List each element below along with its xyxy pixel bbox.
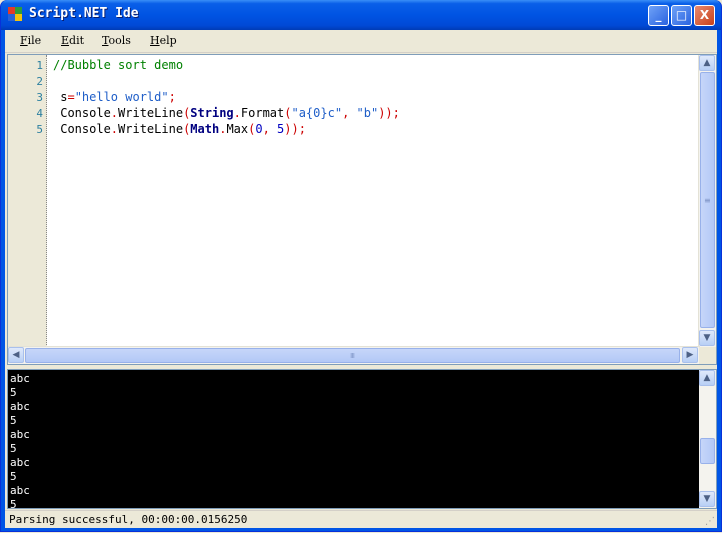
code-token: 0 [255, 122, 263, 136]
code-token: Max [226, 122, 249, 136]
code-token: WriteLine [118, 122, 184, 136]
line-number: 3 [36, 91, 43, 104]
scroll-corner [699, 347, 716, 364]
code-token: . [110, 106, 119, 120]
status-bar: Parsing successful, 00:00:00.0156250 ⋰ [5, 510, 717, 528]
console-line: 5 [10, 442, 17, 455]
console-line: abc [10, 456, 30, 469]
menu-bar: File Edit Tools Help [5, 30, 717, 53]
code-line[interactable]: Console.WriteLine(Math.Max(0, 5)); [53, 122, 306, 136]
menu-help[interactable]: Help [150, 34, 177, 47]
code-token: Math [190, 122, 220, 136]
resize-grip-icon[interactable]: ⋰ [705, 516, 715, 527]
code-line[interactable]: Console.WriteLine(String.Format("a{0}c",… [53, 106, 400, 120]
code-token: //Bubble sort demo [53, 58, 184, 72]
minimize-button[interactable]: _ [648, 5, 669, 26]
line-number: 5 [36, 123, 43, 136]
line-number: 4 [36, 107, 43, 120]
scroll-left-arrow-icon[interactable]: ◀ [8, 347, 24, 363]
scroll-up-arrow-icon[interactable]: ▲ [699, 370, 715, 386]
menu-edit[interactable]: Edit [61, 34, 84, 47]
code-token: . [233, 106, 241, 120]
code-token: Format [240, 106, 285, 120]
code-token: )); [378, 106, 400, 120]
line-number: 1 [36, 59, 43, 72]
console-line: abc [10, 372, 30, 385]
code-token: "hello world" [74, 90, 169, 104]
code-token: Console [53, 106, 111, 120]
code-token: , [262, 122, 278, 136]
status-text: Parsing successful, 00:00:00.0156250 [9, 513, 248, 526]
console-scroll-thumb[interactable] [700, 438, 715, 464]
scroll-up-arrow-icon[interactable]: ▲ [699, 55, 715, 71]
client-area: File Edit Tools Help 1 2 3 4 5 //Bubble sort… [5, 30, 717, 528]
editor-vertical-scrollbar[interactable]: ▲ ≡ ▼ [698, 55, 716, 347]
code-token: ; [168, 90, 176, 104]
scroll-right-arrow-icon[interactable]: ▶ [682, 347, 698, 363]
scroll-down-arrow-icon[interactable]: ▼ [699, 491, 715, 507]
editor-horizontal-scrollbar[interactable]: ◀ ≡ ▶ [8, 346, 700, 364]
vertical-scroll-thumb[interactable]: ≡ [700, 72, 715, 328]
horizontal-scroll-thumb[interactable]: ≡ [25, 348, 680, 363]
code-line[interactable]: s="hello world"; [53, 90, 176, 104]
app-window: Script.NET Ide _ □ X File Edit Tools Hel… [0, 0, 722, 532]
console-line: abc [10, 428, 30, 441]
code-token: "a{0}c" [291, 106, 343, 120]
code-token: = [67, 90, 75, 104]
maximize-button[interactable]: □ [671, 5, 692, 26]
app-icon [8, 7, 22, 21]
code-token: , [342, 106, 357, 120]
code-token: String [190, 106, 234, 120]
grip-icon: ≡ [348, 352, 357, 359]
code-token: . [110, 122, 119, 136]
code-token: WriteLine [118, 106, 184, 120]
output-console[interactable]: abc 5 abc 5 abc 5 abc 5 abc 5 ▲ ▼ [7, 369, 717, 509]
title-bar[interactable]: Script.NET Ide _ □ X [1, 0, 721, 30]
console-line: 5 [10, 498, 17, 509]
menu-file[interactable]: File [20, 34, 41, 47]
grip-icon: ≡ [704, 196, 711, 205]
console-line: abc [10, 484, 30, 497]
line-number: 2 [36, 75, 43, 88]
console-vertical-scrollbar[interactable]: ▲ ▼ [699, 370, 716, 508]
code-token: Console [53, 122, 111, 136]
code-token: s [53, 90, 68, 104]
menu-tools[interactable]: Tools [102, 34, 131, 47]
console-line: 5 [10, 470, 17, 483]
code-token: "b" [356, 106, 379, 120]
window-title: Script.NET Ide [29, 6, 139, 21]
close-button[interactable]: X [694, 5, 715, 26]
console-line: 5 [10, 414, 17, 427]
console-line: abc [10, 400, 30, 413]
scroll-down-arrow-icon[interactable]: ▼ [699, 330, 715, 346]
code-line[interactable]: //Bubble sort demo [53, 58, 183, 72]
code-editor[interactable]: 1 2 3 4 5 //Bubble sort demo s="hello world"… [7, 54, 717, 365]
line-number-gutter: 1 2 3 4 5 [26, 55, 47, 347]
console-line: 5 [10, 386, 17, 399]
code-token: )); [284, 122, 306, 136]
